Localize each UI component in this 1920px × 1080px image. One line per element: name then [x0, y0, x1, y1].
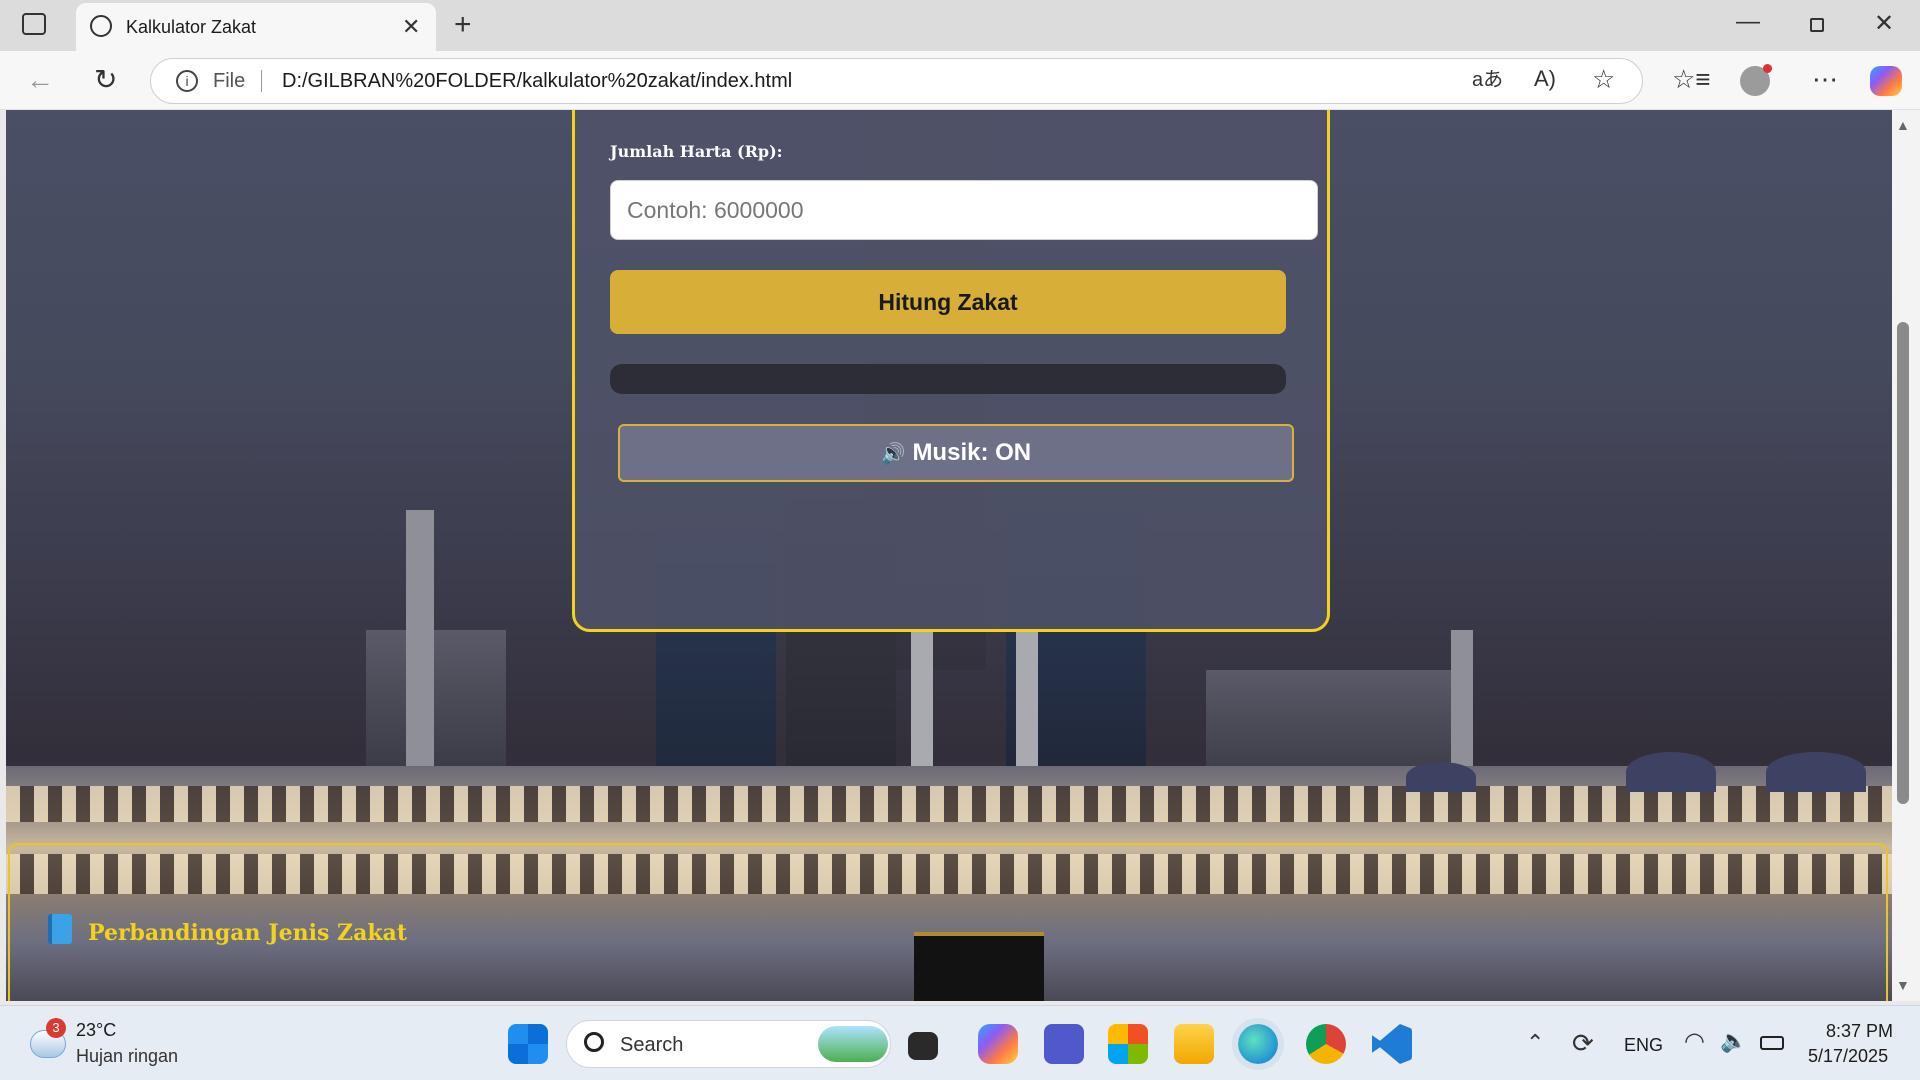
music-toggle-label: Musik: ON — [912, 439, 1032, 466]
close-tab-icon[interactable]: ✕ — [402, 16, 420, 38]
search-icon — [584, 1032, 604, 1052]
minimize-icon[interactable]: — — [1736, 10, 1760, 34]
globe-icon — [90, 15, 112, 37]
dome-3 — [1766, 752, 1866, 792]
weather-badge: 3 — [46, 1018, 66, 1038]
search-highlight-icon — [818, 1026, 888, 1062]
read-aloud-icon[interactable]: A) — [1534, 68, 1556, 90]
scroll-down-icon[interactable]: ▼ — [1896, 978, 1910, 992]
favorite-star-icon[interactable]: ☆ — [1592, 66, 1615, 92]
arch-row-upper — [6, 786, 1892, 822]
url-text[interactable]: D:/GILBRAN%20FOLDER/kalkulator%20zakat/i… — [282, 70, 792, 93]
weather-temp: 23°C — [76, 1020, 117, 1040]
copilot-icon[interactable] — [1870, 66, 1902, 96]
scroll-thumb[interactable] — [1897, 322, 1909, 804]
task-view-icon[interactable] — [908, 1032, 938, 1060]
music-toggle-button[interactable]: 🔊 Musik: ON — [618, 424, 1294, 482]
book-icon — [48, 914, 72, 944]
tab-actions-icon[interactable] — [22, 13, 46, 35]
restore-icon[interactable] — [1810, 18, 1824, 32]
sync-icon[interactable]: ⟳ — [1572, 1030, 1594, 1056]
section-title: Perbandingan Jenis Zakat — [88, 920, 407, 946]
wifi-icon[interactable]: ◠ — [1684, 1030, 1705, 1054]
dome-2 — [1626, 752, 1716, 792]
file-explorer-icon[interactable] — [1174, 1024, 1214, 1064]
reload-icon[interactable]: ↻ — [94, 66, 117, 94]
result-bar — [610, 364, 1286, 394]
chrome-icon[interactable] — [1306, 1024, 1346, 1064]
url-divider — [261, 70, 262, 92]
speaker-icon: 🔊 — [880, 443, 906, 465]
chevron-up-icon[interactable]: ⌃ — [1526, 1032, 1544, 1054]
profile-notification-dot — [1763, 64, 1772, 73]
volume-icon[interactable]: 🔈 — [1720, 1030, 1747, 1052]
tab-title: Kalkulator Zakat — [126, 17, 257, 37]
amount-input[interactable] — [610, 180, 1318, 240]
weather-desc: Hujan ringan — [76, 1046, 179, 1066]
new-tab-icon[interactable]: + — [454, 10, 472, 40]
edge-icon[interactable] — [1232, 1018, 1284, 1070]
clock-time[interactable]: 8:37 PM — [1826, 1021, 1893, 1042]
search-label: Search — [620, 1034, 684, 1056]
browser-tab[interactable]: Kalkulator Zakat ✕ — [76, 3, 436, 51]
translate-icon[interactable]: aあ — [1472, 70, 1503, 90]
favorites-icon[interactable]: ☆≡ — [1672, 66, 1710, 92]
language-indicator[interactable]: ENG — [1624, 1035, 1663, 1056]
page-viewport: Jumlah Harta (Rp): Hitung Zakat 🔊 Musik:… — [6, 110, 1892, 1001]
more-icon[interactable]: ⋯ — [1812, 66, 1838, 92]
teams-icon[interactable] — [1044, 1024, 1084, 1064]
close-window-icon[interactable]: ✕ — [1874, 12, 1894, 36]
url-scheme-label: File — [213, 70, 246, 92]
battery-icon[interactable] — [1760, 1036, 1784, 1050]
amount-label: Jumlah Harta (Rp): — [610, 142, 783, 161]
calculate-zakat-button[interactable]: Hitung Zakat — [610, 270, 1286, 334]
start-icon[interactable] — [508, 1024, 548, 1064]
copilot-taskbar-icon[interactable] — [978, 1024, 1018, 1064]
dome-1 — [1406, 762, 1476, 792]
scroll-up-icon[interactable]: ▲ — [1896, 118, 1910, 132]
info-icon[interactable]: i — [176, 70, 198, 92]
back-icon[interactable]: ← — [26, 66, 54, 94]
store-icon[interactable] — [1108, 1024, 1148, 1064]
clock-date[interactable]: 5/17/2025 — [1808, 1046, 1888, 1067]
